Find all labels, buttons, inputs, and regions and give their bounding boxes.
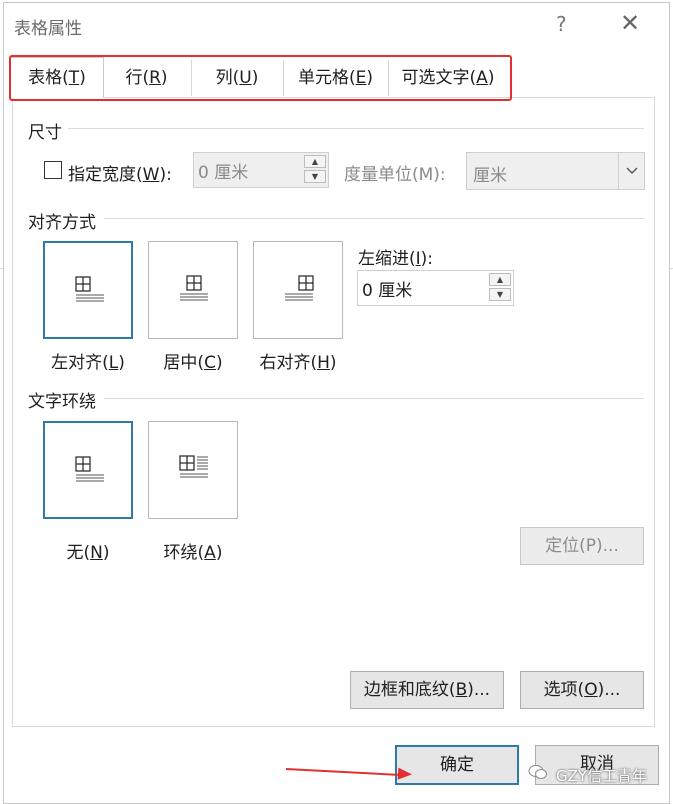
align-left-label[interactable]: 左对齐(L): [43, 348, 133, 373]
measure-unit-select[interactable]: 厘米: [466, 152, 645, 190]
preferred-width-spin-buttons: ▲ ▼: [304, 155, 326, 185]
options-key: O: [584, 680, 598, 700]
wrap-none-key: N: [90, 543, 103, 563]
align-right-tile[interactable]: [253, 241, 343, 339]
preferred-width-label-suffix: ):: [159, 165, 172, 185]
align-center-label[interactable]: 居中(C): [148, 348, 238, 373]
spin-down-icon[interactable]: ▼: [304, 170, 326, 183]
alignment-section-title: 对齐方式: [28, 213, 96, 233]
chevron-down-icon[interactable]: [618, 153, 644, 189]
wrap-none-label[interactable]: 无(N): [43, 538, 133, 563]
spin-up-icon[interactable]: ▲: [489, 273, 511, 286]
tab-alt-text-suffix: ): [487, 68, 495, 88]
tab-alt-text-label: 可选文字(: [401, 68, 477, 88]
wrap-none-tile[interactable]: [43, 421, 133, 519]
wrap-around-key: A: [204, 543, 216, 563]
watermark-text: GZY信工青年: [556, 767, 648, 785]
tab-table-suffix: ): [79, 68, 86, 88]
options-button[interactable]: 选项(O)...: [520, 671, 644, 709]
align-left-label-text: 左对齐(: [51, 353, 109, 373]
align-right-icon: [285, 275, 314, 301]
borders-shading-button[interactable]: 边框和底纹(B)...: [350, 671, 504, 709]
indent-left-value: 0 厘米: [362, 281, 413, 301]
wrap-around-suffix: ): [215, 543, 223, 563]
preferred-width-value: 0 厘米: [198, 163, 249, 183]
indent-left-suffix: ):: [420, 249, 434, 269]
borders-shading-suffix: )...: [467, 680, 491, 700]
spin-up-icon[interactable]: ▲: [304, 155, 326, 168]
align-right-suffix: ): [329, 353, 337, 373]
spin-down-icon[interactable]: ▼: [489, 288, 511, 301]
align-center-suffix: ): [215, 353, 223, 373]
tab-cell[interactable]: 单元格(E): [283, 60, 389, 96]
options-label: 选项(: [543, 680, 585, 700]
preferred-width-spinner[interactable]: 0 厘米 ▲ ▼: [193, 152, 329, 188]
wrapping-section-title: 文字环绕: [28, 392, 96, 412]
options-suffix: )...: [597, 680, 621, 700]
align-left-suffix: ): [118, 353, 125, 373]
tab-cell-label: 单元格(: [297, 68, 356, 88]
align-left-tile[interactable]: [43, 241, 133, 339]
alignment-separator: [104, 218, 644, 219]
indent-left-spinner[interactable]: 0 厘米 ▲ ▼: [357, 270, 514, 306]
tab-column[interactable]: 列(U): [191, 60, 284, 96]
tab-alt-text[interactable]: 可选文字(A): [388, 60, 508, 96]
dialog-title: 表格属性: [14, 19, 82, 39]
wrapping-separator: [104, 398, 644, 399]
preferred-width-label-text: 指定宽度(: [68, 165, 143, 185]
indent-left-label: 左缩进(I):: [358, 244, 433, 269]
wrap-none-icon: [75, 456, 104, 482]
preferred-width-label: 指定宽度(W):: [68, 160, 172, 185]
align-center-label-text: 居中(: [163, 353, 205, 373]
indent-left-label-text: 左缩进(: [358, 249, 416, 269]
tab-column-suffix: ): [251, 68, 259, 88]
tab-table-key: T: [68, 68, 80, 88]
align-right-label[interactable]: 右对齐(H): [253, 348, 343, 373]
wechat-logo-icon: [528, 765, 547, 779]
borders-shading-key: B: [455, 680, 468, 700]
table-tab-panel: [12, 97, 655, 727]
wrap-around-label[interactable]: 环绕(A): [148, 538, 238, 563]
tab-row[interactable]: 行(R): [102, 60, 192, 96]
align-left-icon: [75, 276, 104, 302]
align-center-icon: [180, 275, 208, 301]
measure-unit-value: 厘米: [473, 166, 507, 186]
tab-alt-text-key: A: [476, 68, 488, 88]
tab-row-key: R: [149, 68, 161, 88]
align-right-key: H: [317, 353, 330, 373]
align-right-label-text: 右对齐(: [259, 353, 318, 373]
tab-cell-key: E: [355, 68, 367, 88]
close-button[interactable]: ✕: [620, 9, 640, 37]
wrap-around-tile[interactable]: [148, 421, 238, 519]
tab-column-key: U: [239, 68, 252, 88]
align-left-key: L: [108, 353, 119, 373]
title-bar: 表格属性 ? ✕: [4, 3, 669, 47]
align-center-tile[interactable]: [148, 241, 238, 339]
borders-shading-label: 边框和底纹(: [363, 680, 456, 700]
wrap-none-suffix: ): [102, 543, 110, 563]
wrap-around-icon: [179, 455, 208, 478]
align-center-key: C: [204, 353, 216, 373]
tab-table-label: 表格(: [28, 68, 69, 88]
tab-cell-suffix: ): [366, 68, 374, 88]
tab-column-label: 列(: [215, 68, 240, 88]
preferred-width-checkbox[interactable]: [44, 161, 62, 179]
annotation-arrow-head-icon: [397, 767, 413, 781]
ok-button[interactable]: 确定: [395, 745, 519, 785]
tab-row-label: 行(: [125, 68, 150, 88]
tab-table[interactable]: 表格(T): [10, 57, 104, 98]
preferred-width-key: W: [142, 165, 160, 185]
indent-spin-buttons: ▲ ▼: [489, 273, 511, 303]
tab-row-suffix: ): [160, 68, 168, 88]
wrap-around-label-text: 环绕(: [163, 543, 205, 563]
positioning-button[interactable]: 定位(P)...: [520, 527, 644, 565]
size-separator: [68, 128, 644, 129]
wrap-none-label-text: 无(: [66, 543, 91, 563]
help-button[interactable]: ?: [556, 12, 567, 36]
measure-unit-label: 度量单位(M):: [344, 165, 446, 185]
size-section-title: 尺寸: [28, 123, 62, 143]
